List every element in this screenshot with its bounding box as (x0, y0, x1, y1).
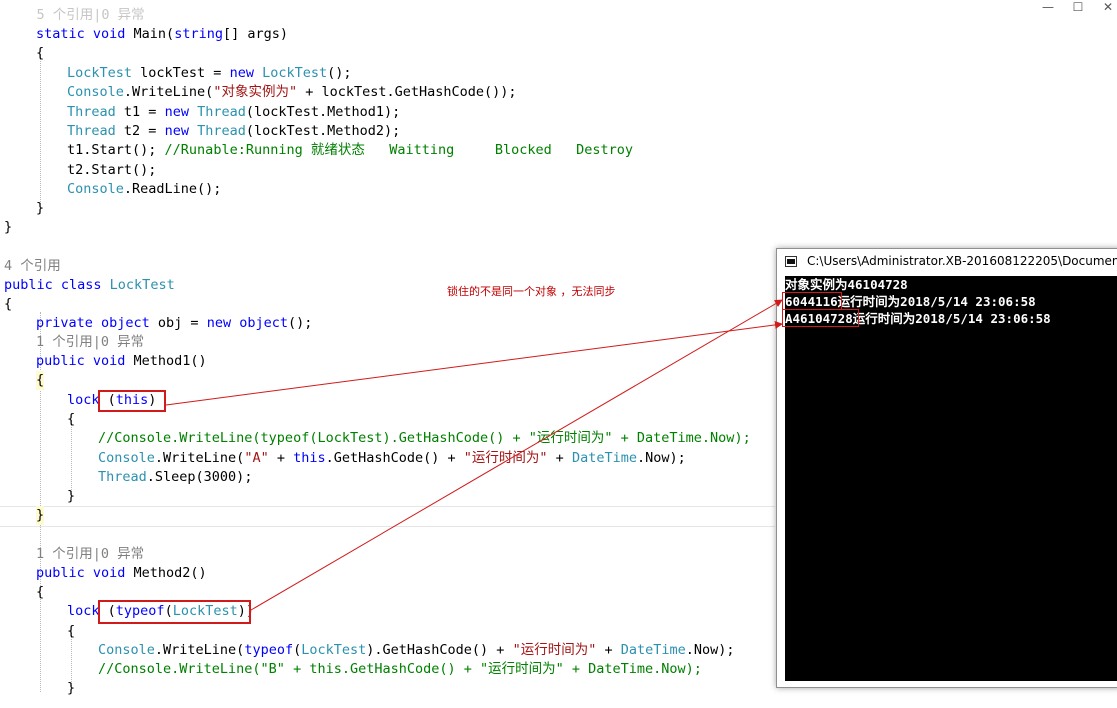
annotation-arrows (165, 299, 783, 611)
arrow-lock-this-to-console (165, 320, 783, 406)
arrow-lock-typeof-to-console (250, 299, 783, 611)
